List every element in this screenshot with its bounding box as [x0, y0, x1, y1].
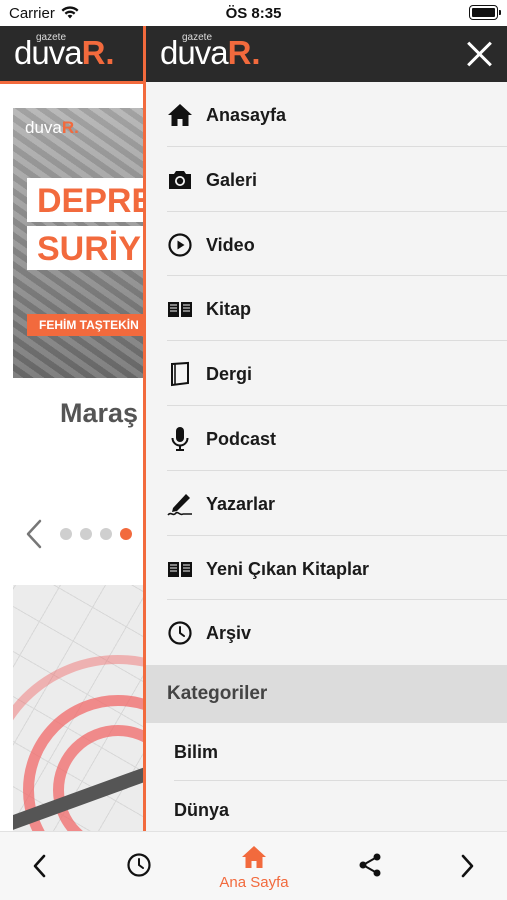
clock-icon	[168, 621, 192, 645]
drawer-brand-logo: gazete duvaR.	[160, 32, 261, 71]
share-button[interactable]	[350, 832, 390, 900]
menu-item-arsiv[interactable]: Arşiv	[146, 600, 507, 665]
camera-icon	[169, 170, 191, 189]
clock-icon	[127, 853, 151, 877]
pen-signature-icon	[167, 493, 192, 516]
header-accent-line	[0, 81, 143, 84]
status-time: ÖS 8:35	[225, 5, 282, 22]
slider-dots	[60, 528, 143, 542]
menu-item-dergi[interactable]: Dergi	[146, 341, 507, 406]
featured-news-card[interactable]: duvaR. DEPRE SURİY FEHİM TAŞTEKİN	[13, 108, 143, 378]
menu-item-anasayfa[interactable]: Anasayfa	[146, 82, 507, 147]
slider-prev-icon[interactable]	[20, 517, 50, 551]
news-card-image[interactable]	[13, 585, 143, 831]
menu-item-label: Dergi	[206, 364, 253, 385]
card-byline: FEHİM TAŞTEKİN	[27, 314, 143, 336]
slider-dot[interactable]	[80, 528, 92, 540]
menu-item-label: Kitap	[206, 299, 251, 320]
category-item-dunya[interactable]: Dünya	[146, 781, 507, 831]
categories-section-header: Kategoriler	[146, 665, 507, 723]
open-book-icon	[168, 561, 192, 577]
menu-item-label: Video	[206, 234, 255, 255]
close-icon[interactable]	[466, 40, 494, 68]
slider-dot[interactable]	[100, 528, 112, 540]
drawer-menu: Anasayfa Galeri Video Kitap Dergi Podcas…	[146, 82, 507, 665]
menu-item-label: Podcast	[206, 428, 277, 449]
magazine-icon	[171, 362, 189, 387]
menu-item-podcast[interactable]: Podcast	[146, 406, 507, 471]
back-button[interactable]	[20, 832, 60, 900]
background-header: gazete duvaR.	[0, 26, 143, 81]
menu-item-label: Arşiv	[206, 623, 252, 644]
featured-headline[interactable]: Maraş	[60, 398, 143, 429]
card-title-line1: DEPRE	[27, 178, 143, 222]
card-title-line2: SURİY	[27, 226, 143, 270]
open-book-icon	[168, 302, 192, 318]
home-icon	[168, 104, 192, 126]
play-circle-icon	[168, 232, 192, 257]
status-bar: Carrier ÖS 8:35	[0, 0, 507, 26]
navigation-drawer: gazete duvaR. Anasayfa Galeri Video Kita…	[143, 26, 507, 831]
slider-dot-active[interactable]	[120, 528, 132, 540]
microphone-icon	[171, 426, 189, 451]
menu-item-galeri[interactable]: Galeri	[146, 147, 507, 212]
history-button[interactable]	[119, 832, 159, 900]
category-label: Dünya	[174, 800, 230, 820]
home-icon	[242, 846, 266, 868]
category-label: Bilim	[174, 742, 219, 762]
bottom-toolbar: Ana Sayfa	[0, 831, 507, 900]
menu-item-video[interactable]: Video	[146, 212, 507, 277]
section-title: Kategoriler	[167, 683, 268, 704]
menu-item-label: Yazarlar	[206, 493, 276, 514]
drawer-header: gazete duvaR.	[146, 26, 507, 82]
menu-item-label: Anasayfa	[206, 105, 287, 125]
menu-item-yazarlar[interactable]: Yazarlar	[146, 471, 507, 536]
home-tab-label: Ana Sayfa	[219, 874, 289, 891]
category-item-bilim[interactable]: Bilim	[146, 723, 507, 781]
home-tab[interactable]: Ana Sayfa	[204, 832, 304, 900]
card-logo: duvaR.	[25, 118, 79, 137]
back-arrow-icon	[33, 854, 46, 878]
forward-button[interactable]	[447, 832, 487, 900]
menu-item-label: Yeni Çıkan Kitaplar	[206, 558, 370, 579]
menu-item-yeni-cikan-kitaplar[interactable]: Yeni Çıkan Kitaplar	[146, 536, 507, 601]
slider-dot[interactable]	[60, 528, 72, 540]
menu-item-kitap[interactable]: Kitap	[146, 276, 507, 342]
forward-arrow-icon	[461, 854, 474, 878]
menu-item-label: Galeri	[206, 169, 258, 190]
share-icon	[359, 853, 381, 877]
battery-icon	[469, 5, 501, 20]
brand-logo: gazete duvaR.	[14, 32, 115, 71]
